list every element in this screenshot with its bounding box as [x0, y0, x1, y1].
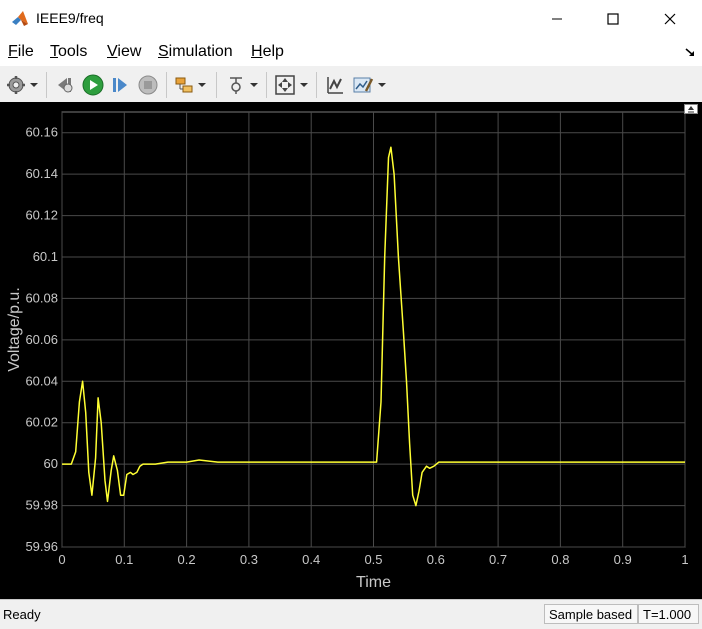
zoom-fit-icon — [275, 75, 295, 95]
menu-tools[interactable]: Tools — [50, 43, 87, 61]
toolbar — [0, 66, 702, 103]
x-tick-label: 0.4 — [302, 552, 320, 567]
y-tick-label: 59.96 — [25, 539, 58, 554]
menu-view[interactable]: View — [107, 43, 141, 61]
stop-button[interactable] — [138, 74, 158, 96]
scope-window: IEEE9/freq File Tools View Simulation He… — [0, 0, 702, 629]
x-tick-label: 0.1 — [115, 552, 133, 567]
y-tick-label: 59.98 — [25, 498, 58, 513]
settings-button[interactable] — [6, 74, 38, 96]
x-tick-label: 0.2 — [178, 552, 196, 567]
menu-file[interactable]: File — [8, 43, 34, 61]
y-axis-label: Voltage/p.u. — [6, 287, 23, 372]
maximize-icon — [607, 13, 619, 25]
x-tick-label: 0.9 — [614, 552, 632, 567]
maximize-axes-icon[interactable] — [684, 104, 698, 114]
minimize-button[interactable] — [528, 0, 586, 38]
close-icon — [664, 13, 676, 25]
y-tick-label: 60.16 — [25, 125, 58, 140]
x-axis-label: Time — [356, 574, 391, 591]
close-button[interactable] — [641, 0, 699, 38]
style-icon — [353, 77, 374, 93]
dock-arrow-icon[interactable] — [684, 46, 696, 58]
gear-icon — [7, 76, 25, 94]
style-button[interactable] — [352, 74, 386, 96]
frequency-chart: 0 0.1 0.2 0.3 0.4 0.5 0.6 0.7 0.8 0.9 1 59.96 59.98 6… — [6, 111, 689, 591]
highlight-block-button[interactable] — [174, 74, 206, 96]
x-tick-label: 0.6 — [427, 552, 445, 567]
step-back-button[interactable] — [55, 74, 75, 96]
highlight-icon — [175, 77, 193, 93]
y-tick-label: 60.08 — [25, 290, 58, 305]
step-back-icon — [58, 78, 73, 93]
y-tick-label: 60 — [44, 456, 58, 471]
step-forward-icon — [113, 78, 127, 92]
x-tick-label: 0.7 — [489, 552, 507, 567]
stop-icon — [138, 75, 158, 95]
scope-display: 0 0.1 0.2 0.3 0.4 0.5 0.6 0.7 0.8 0.9 1 59.96 59.98 6… — [0, 102, 702, 599]
y-tick-label: 60.12 — [25, 208, 58, 223]
x-tick-label: 0.5 — [364, 552, 382, 567]
maximize-button[interactable] — [584, 0, 642, 38]
y-tick-label: 60.06 — [25, 332, 58, 347]
zoom-fit-button[interactable] — [274, 74, 308, 96]
sim-time-status: T=1.000 — [638, 604, 699, 624]
status-bar: Ready Sample based T=1.000 — [0, 599, 702, 629]
menu-help[interactable]: Help — [251, 43, 284, 61]
signal-selector-icon — [230, 77, 242, 94]
y-tick-label: 60.04 — [25, 373, 58, 388]
signal-selector-button[interactable] — [226, 74, 258, 96]
y-tick-label: 60.14 — [25, 166, 58, 181]
autoscale-icon — [327, 77, 343, 94]
menu-bar: File Tools View Simulation Help — [0, 38, 702, 66]
menu-simulation[interactable]: Simulation — [158, 43, 233, 61]
x-tick-label: 0.8 — [551, 552, 569, 567]
x-tick-label: 0.3 — [240, 552, 258, 567]
x-tick-label: 1 — [681, 552, 688, 567]
step-forward-button[interactable] — [110, 74, 130, 96]
status-ready: Ready — [3, 607, 41, 622]
run-icon — [82, 74, 104, 96]
sample-mode-status: Sample based — [544, 604, 638, 624]
y-tick-label: 60.02 — [25, 415, 58, 430]
matlab-logo-icon — [12, 11, 28, 26]
title-bar: IEEE9/freq — [0, 0, 702, 38]
run-button[interactable] — [82, 74, 104, 96]
x-tick-label: 0 — [58, 552, 65, 567]
minimize-icon — [552, 18, 562, 20]
window-title: IEEE9/freq — [36, 10, 104, 26]
y-tick-label: 60.1 — [33, 249, 58, 264]
autoscale-button[interactable] — [325, 74, 345, 96]
